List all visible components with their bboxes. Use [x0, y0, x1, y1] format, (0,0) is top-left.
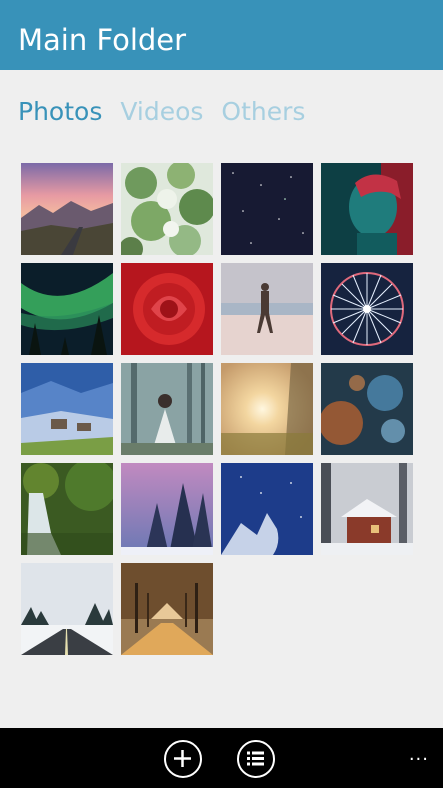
page-title: Main Folder	[18, 23, 187, 57]
photo-thumbnail-forest-girl[interactable]	[121, 363, 213, 455]
photo-thumbnail-northern-lights[interactable]	[21, 263, 113, 355]
list-icon	[247, 751, 264, 766]
more-options-button[interactable]: ...	[409, 746, 429, 764]
photo-thumbnail-mountain-sunset[interactable]	[21, 163, 113, 255]
photo-thumbnail-red-rose[interactable]	[121, 263, 213, 355]
tab-photos[interactable]: Photos	[18, 95, 102, 131]
photo-thumbnail-snowy-pines[interactable]	[121, 463, 213, 555]
photo-thumbnail-sun-flare[interactable]	[221, 363, 313, 455]
photo-thumbnail-autumn-avenue[interactable]	[121, 563, 213, 655]
add-icon	[174, 750, 191, 767]
photo-thumbnail-snow-cabin[interactable]	[321, 463, 413, 555]
photo-thumbnail-snowy-branches[interactable]	[221, 463, 313, 555]
photo-thumbnail-ferris-wheel[interactable]	[321, 263, 413, 355]
photo-thumbnail-starry-night[interactable]	[221, 163, 313, 255]
photo-thumbnail-beach-walker[interactable]	[221, 263, 313, 355]
photo-thumbnail-neon-portrait[interactable]	[321, 163, 413, 255]
tab-videos[interactable]: Videos	[120, 95, 203, 131]
pivot-tabs: Photos Videos Others	[18, 95, 305, 131]
photo-thumbnail-snowy-village[interactable]	[21, 363, 113, 455]
tab-others[interactable]: Others	[221, 95, 305, 131]
app-bar: ...	[0, 728, 443, 788]
photo-thumbnail-waterfall[interactable]	[21, 463, 113, 555]
add-button[interactable]	[164, 740, 202, 778]
list-button[interactable]	[237, 740, 275, 778]
photo-thumbnail-bokeh-lights[interactable]	[321, 363, 413, 455]
photo-grid	[21, 163, 414, 655]
photo-thumbnail-green-branches[interactable]	[121, 163, 213, 255]
app-header: Main Folder	[0, 0, 443, 70]
photo-thumbnail-winter-road[interactable]	[21, 563, 113, 655]
